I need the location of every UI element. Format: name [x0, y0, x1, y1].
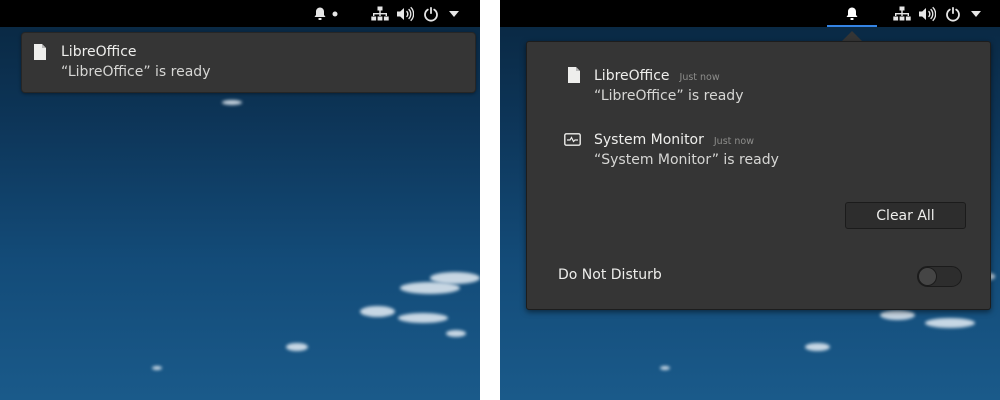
cloud [430, 272, 480, 284]
notification-item[interactable]: System Monitor Just now “System Monitor” … [557, 130, 957, 174]
notification-item[interactable]: LibreOffice Just now “LibreOffice” is rea… [557, 66, 957, 110]
top-bar [0, 0, 480, 27]
volume-icon [392, 6, 418, 22]
chevron-down-icon [966, 10, 986, 17]
power-icon [418, 6, 444, 22]
bell-icon [310, 6, 330, 21]
do-not-disturb-switch[interactable] [917, 266, 962, 287]
notification-indicator[interactable] [827, 0, 877, 27]
document-icon [33, 44, 47, 64]
cloud [152, 366, 162, 370]
desktop-right: LibreOffice Just now “LibreOffice” is rea… [500, 0, 1000, 400]
system-monitor-icon [564, 132, 581, 151]
notification-title: LibreOffice [594, 68, 670, 84]
cloud [398, 313, 448, 323]
clear-all-button[interactable]: Clear All [845, 202, 966, 229]
notification-indicator[interactable] [310, 0, 340, 27]
chevron-down-icon [444, 10, 464, 17]
notification-popover: LibreOffice Just now “LibreOffice” is rea… [526, 41, 991, 310]
notification-body: “LibreOffice” is ready [594, 88, 744, 104]
network-icon [368, 6, 392, 22]
cloud [286, 343, 308, 351]
power-icon [940, 6, 966, 22]
desktop-left: LibreOffice “LibreOffice” is ready [0, 0, 480, 400]
volume-icon [914, 6, 940, 22]
cloud [880, 310, 915, 320]
cloud [446, 330, 466, 337]
notification-title: System Monitor [594, 132, 704, 148]
top-bar [500, 0, 1000, 27]
notification-time: Just now [679, 72, 720, 83]
notification-title-row: LibreOffice Just now [594, 68, 720, 84]
notification-title: LibreOffice [61, 44, 137, 60]
unread-dot [330, 11, 340, 17]
document-icon [567, 67, 581, 87]
cloud [360, 306, 395, 317]
switch-knob [918, 267, 937, 286]
notification-title-row: System Monitor Just now [594, 132, 754, 148]
system-status-area[interactable] [368, 0, 464, 27]
bell-icon [845, 6, 859, 25]
notification-body: “System Monitor” is ready [594, 152, 779, 168]
do-not-disturb-label: Do Not Disturb [558, 267, 662, 283]
cloud [222, 100, 242, 105]
notification-body: “LibreOffice” is ready [61, 64, 211, 80]
cloud [805, 343, 830, 351]
notification-time: Just now [713, 136, 754, 147]
network-icon [890, 6, 914, 22]
cloud [925, 318, 975, 328]
popover-arrow [842, 31, 862, 41]
cloud [660, 366, 670, 370]
system-status-area[interactable] [890, 0, 986, 27]
notification-banner[interactable]: LibreOffice “LibreOffice” is ready [21, 32, 476, 93]
